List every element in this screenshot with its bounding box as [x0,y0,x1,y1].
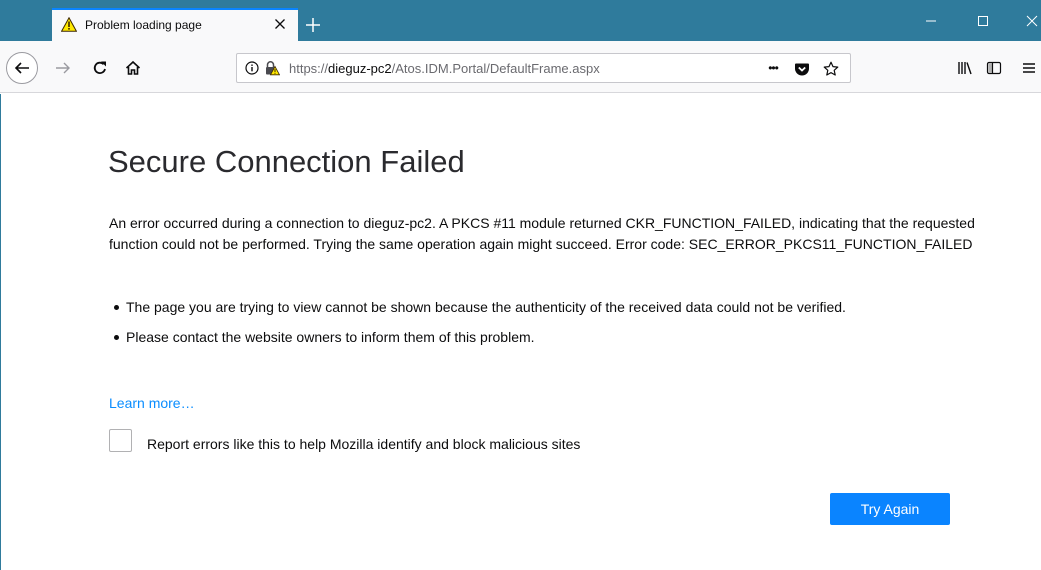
url-text[interactable]: https://dieguz-pc2/Atos.IDM.Portal/Defau… [289,61,600,76]
window-minimize-button[interactable] [918,10,944,32]
report-errors-label[interactable]: Report errors like this to help Mozilla … [147,436,580,452]
menu-button[interactable] [1017,56,1041,80]
error-bullet-list: The page you are trying to view cannot b… [109,297,939,357]
close-icon [1026,15,1038,27]
info-icon[interactable] [245,61,259,75]
pocket-button[interactable] [791,58,813,80]
tab-title: Problem loading page [85,18,202,32]
more-icon: ••• [768,61,779,75]
bookmark-star-button[interactable] [820,58,842,80]
home-button[interactable] [121,56,145,80]
list-item: The page you are trying to view cannot b… [109,297,939,318]
url-bar[interactable]: https://dieguz-pc2/Atos.IDM.Portal/Defau… [236,53,851,83]
window-maximize-button[interactable] [970,10,996,32]
back-button[interactable] [6,52,38,84]
tab-close-button[interactable] [269,13,291,35]
window-close-button[interactable] [1019,10,1041,32]
page-title: Secure Connection Failed [108,144,465,179]
reload-icon [93,61,106,74]
plus-icon [306,18,320,32]
error-description: An error occurred during a connection to… [109,215,975,252]
minimize-icon [926,20,936,22]
forward-button[interactable] [51,56,75,80]
list-item: Please contact the website owners to inf… [109,327,939,348]
reload-button[interactable] [88,56,112,80]
sidebar-icon [986,61,1002,75]
page-actions-button[interactable]: ••• [761,56,785,80]
pocket-icon [795,63,809,76]
warning-icon [60,16,78,32]
hamburger-icon [1023,63,1035,73]
insecure-lock-icon[interactable] [264,60,281,76]
page-content: Secure Connection Failed An error occurr… [0,94,1041,570]
home-icon [125,60,141,75]
url-scheme: https:// [289,61,329,76]
tab-problem-loading-page[interactable]: Problem loading page [52,8,298,41]
star-icon [823,61,839,76]
sidebar-toggle-button[interactable] [982,56,1006,80]
maximize-icon [978,16,988,26]
tab-strip-spacer[interactable] [0,0,52,41]
new-tab-button[interactable] [301,13,325,37]
url-path: /Atos.IDM.Portal/DefaultFrame.aspx [391,61,600,76]
url-host: dieguz-pc2 [328,61,392,76]
navigation-toolbar: https://dieguz-pc2/Atos.IDM.Portal/Defau… [0,41,1041,93]
back-arrow-icon [14,62,29,74]
library-icon [958,62,972,75]
learn-more-link[interactable]: Learn more… [109,395,195,411]
report-errors-checkbox[interactable] [109,429,132,452]
close-icon [275,19,285,29]
library-button[interactable] [953,56,977,80]
forward-arrow-icon [56,62,70,74]
try-again-button[interactable]: Try Again [830,493,950,525]
title-bar: Problem loading page [0,0,1041,41]
